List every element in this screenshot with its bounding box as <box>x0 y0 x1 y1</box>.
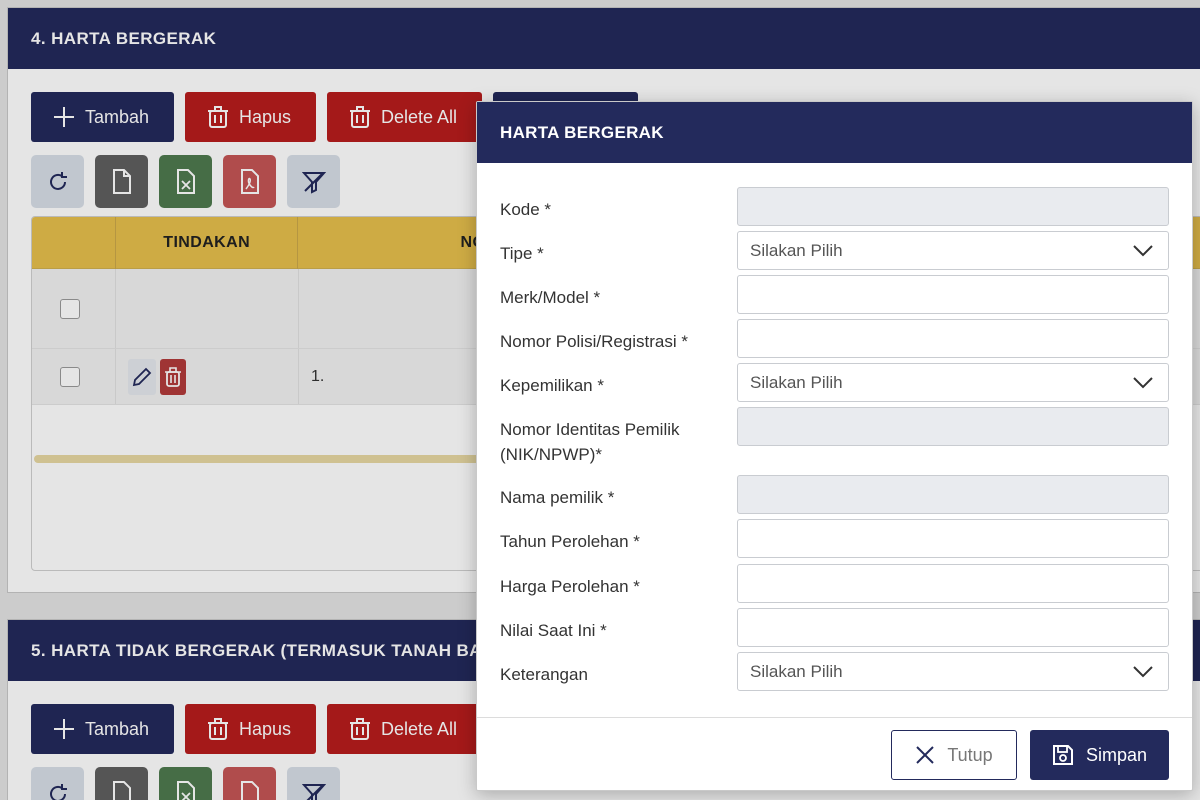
kepemilikan-select[interactable]: Silakan Pilih <box>737 363 1169 402</box>
label-nama-pemilik: Nama pemilik * <box>500 488 615 507</box>
chevron-down-icon <box>1133 376 1153 388</box>
label-nomor-polisi: Nomor Polisi/Registrasi * <box>500 332 688 351</box>
nama-pemilik-input <box>737 475 1169 514</box>
label-tipe: Tipe * <box>500 244 544 263</box>
tipe-select[interactable]: Silakan Pilih <box>737 231 1169 270</box>
chevron-down-icon <box>1133 244 1153 256</box>
modal-footer: Tutup Simpan <box>477 717 1192 792</box>
nomor-identitas-input <box>737 407 1169 446</box>
merk-model-input[interactable] <box>737 275 1169 314</box>
label-kode: Kode * <box>500 200 552 219</box>
harga-perolehan-input[interactable] <box>737 564 1169 603</box>
close-icon <box>916 746 935 764</box>
label-nomor-identitas: Nomor Identitas Pemilik (NIK/NPWP)* <box>500 420 680 464</box>
label-kepemilikan: Kepemilikan * <box>500 376 604 395</box>
tahun-perolehan-input[interactable] <box>737 519 1169 558</box>
save-icon <box>1052 745 1073 765</box>
label-tahun-perolehan: Tahun Perolehan * <box>500 532 640 551</box>
chevron-down-icon <box>1133 665 1153 677</box>
close-button[interactable]: Tutup <box>891 730 1017 780</box>
kode-input <box>737 187 1169 226</box>
label-harga-perolehan: Harga Perolehan * <box>500 577 640 596</box>
save-label: Simpan <box>1085 744 1148 765</box>
tipe-select-value: Silakan Pilih <box>750 240 843 260</box>
label-nilai-saat-ini: Nilai Saat Ini * <box>500 621 607 640</box>
close-label: Tutup <box>947 744 993 765</box>
keterangan-select[interactable]: Silakan Pilih <box>737 652 1169 691</box>
nilai-saat-ini-input[interactable] <box>737 608 1169 647</box>
nomor-polisi-input[interactable] <box>737 319 1169 358</box>
kepemilikan-select-value: Silakan Pilih <box>750 372 843 392</box>
save-button[interactable]: Simpan <box>1030 730 1169 780</box>
harta-bergerak-modal: HARTA BERGERAK Kode * Tipe * Silakan Pil… <box>476 101 1193 791</box>
modal-title: HARTA BERGERAK <box>477 102 1192 163</box>
label-merk-model: Merk/Model * <box>500 288 601 307</box>
keterangan-select-value: Silakan Pilih <box>750 661 843 681</box>
label-keterangan: Keterangan <box>500 665 588 684</box>
